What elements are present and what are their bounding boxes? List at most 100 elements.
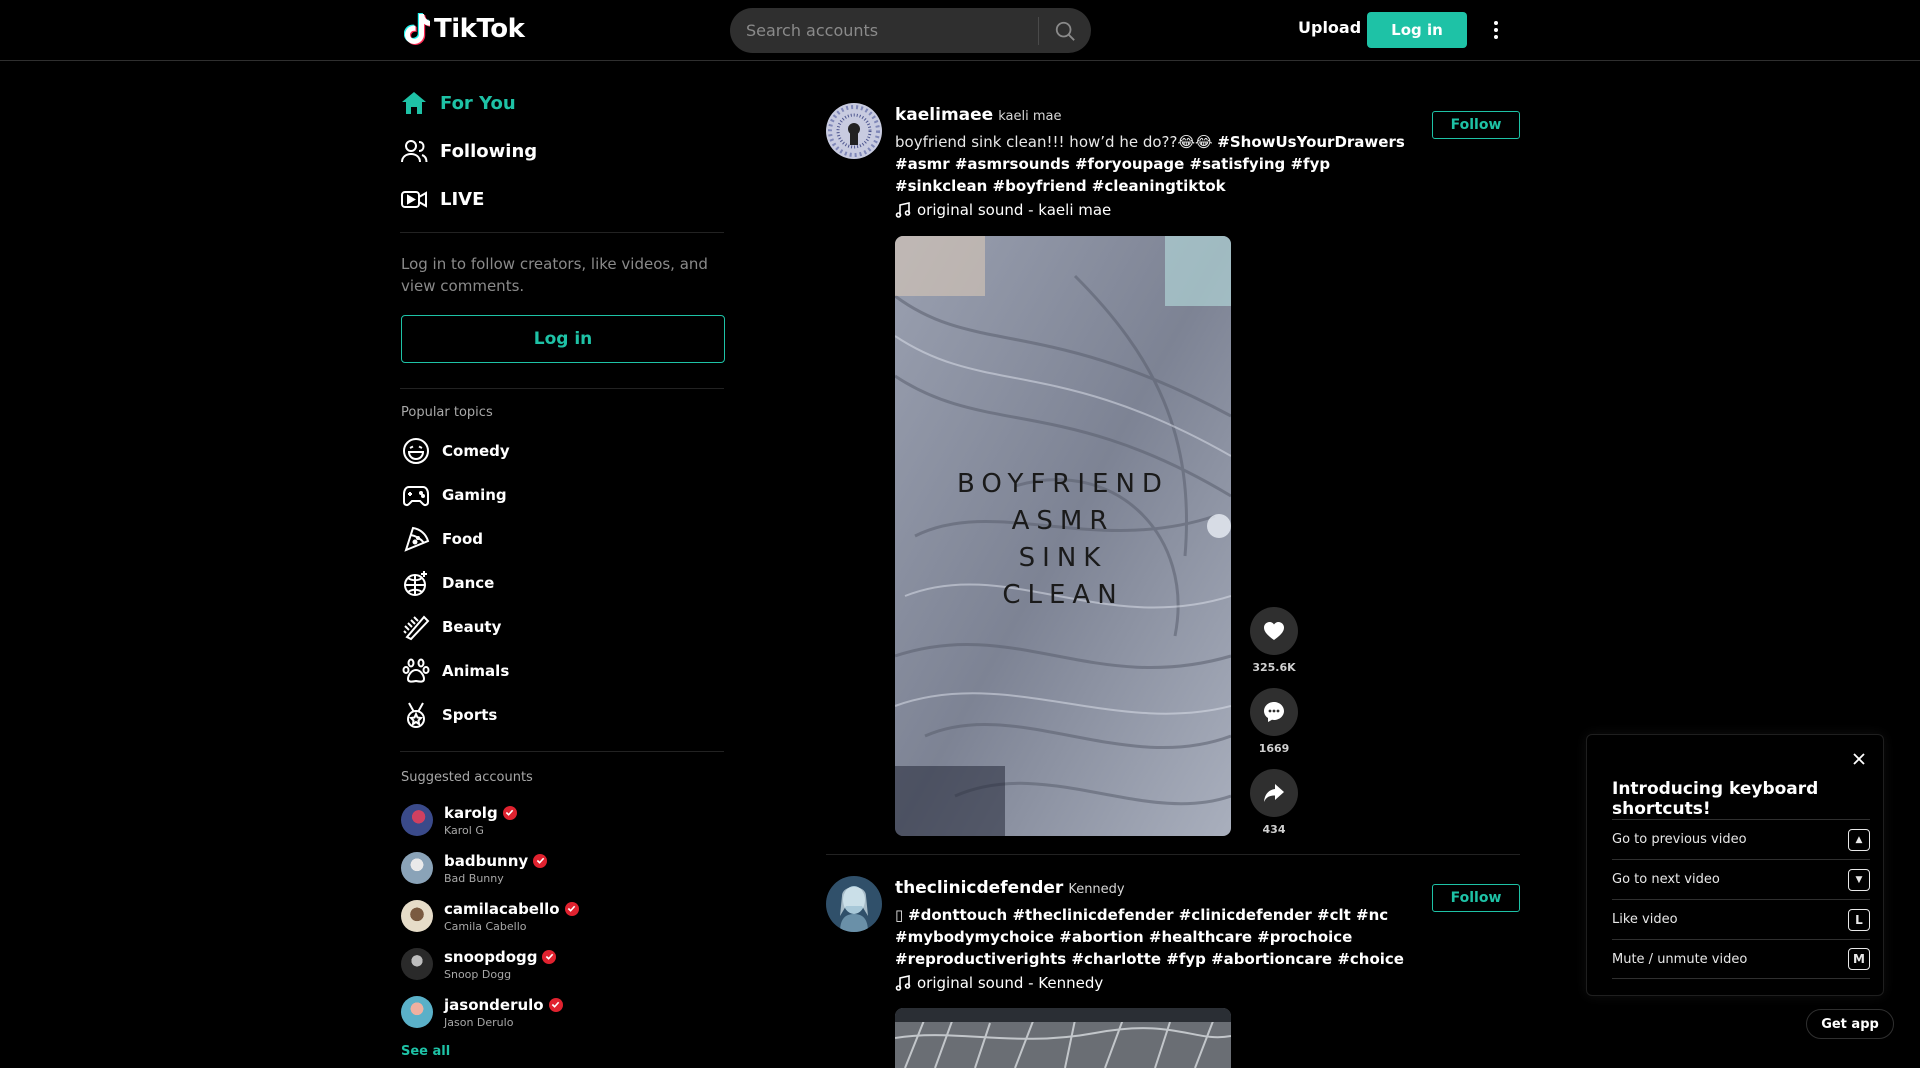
post-header: kaelimaee kaeli mae boyfriend sink clean…	[895, 105, 1415, 219]
avatar	[401, 948, 433, 980]
comment-button[interactable]	[1250, 688, 1298, 736]
author-name[interactable]: kaeli mae	[998, 109, 1061, 124]
suggested-account[interactable]: snoopdogg Snoop Dogg	[401, 944, 557, 984]
shortcut-row: Go to next video ▼	[1612, 859, 1870, 899]
topic-food[interactable]: Food	[402, 522, 483, 556]
search-bar	[730, 8, 1091, 53]
search-button[interactable]	[1039, 8, 1091, 53]
tiktok-logo[interactable]: TikTok	[404, 12, 525, 46]
post-divider	[826, 854, 1520, 855]
nav-for-you[interactable]: For You	[400, 83, 516, 123]
arrow-down-key-icon: ▼	[1848, 868, 1870, 891]
login-prompt-text: Log in to follow creators, like videos, …	[401, 255, 708, 295]
shortcut-row: Mute / unmute video M	[1612, 939, 1870, 979]
more-menu-button[interactable]	[1488, 16, 1504, 44]
avatar-image	[826, 103, 882, 159]
avatar	[401, 852, 433, 884]
shortcut-row: Go to previous video ▲	[1612, 819, 1870, 859]
suggested-account[interactable]: jasonderulo Jason Derulo	[401, 992, 563, 1032]
popular-topics-title: Popular topics	[401, 405, 493, 420]
like-count: 325.6K	[1252, 661, 1296, 674]
paw-icon	[402, 658, 430, 683]
verified-badge-icon	[548, 997, 563, 1012]
author-id[interactable]: kaelimaee	[895, 105, 993, 125]
more-dot-icon	[1494, 35, 1498, 39]
topic-label: Comedy	[442, 442, 510, 460]
account-id: jasonderulo	[444, 995, 544, 1014]
like-button[interactable]	[1250, 607, 1298, 655]
close-icon	[1853, 753, 1865, 765]
more-dot-icon	[1494, 28, 1498, 32]
shortcut-label: Mute / unmute video	[1612, 951, 1748, 967]
gamepad-icon	[403, 486, 429, 507]
search-icon	[1055, 21, 1075, 41]
account-name: Snoop Dogg	[444, 967, 512, 981]
topic-animals[interactable]: Animals	[402, 654, 509, 688]
avatar	[401, 900, 433, 932]
sidebar-login-button[interactable]: Log in	[401, 315, 725, 363]
topic-label: Gaming	[442, 486, 507, 504]
follow-button[interactable]: Follow	[1432, 884, 1520, 912]
people-icon	[401, 140, 428, 163]
post-caption: ▯ #donttouch #theclinicdefender #clinicd…	[895, 904, 1415, 970]
verified-badge-icon	[542, 949, 557, 964]
search-input[interactable]	[730, 8, 1038, 53]
overlay-line: BOYFRIEND	[957, 469, 1169, 499]
sidebar-divider	[400, 751, 724, 752]
verified-badge-icon	[502, 805, 517, 820]
overlay-line: SINK	[1018, 543, 1108, 573]
share-count: 434	[1262, 823, 1286, 836]
topic-label: Animals	[442, 662, 510, 680]
sound-link[interactable]: original sound - kaeli mae	[895, 201, 1415, 219]
video-frame	[895, 1008, 1231, 1068]
get-app-button[interactable]: Get app	[1806, 1009, 1894, 1039]
video-player[interactable]: BOYFRIEND ASMR SINK CLEAN	[895, 236, 1231, 836]
suggested-account[interactable]: badbunny Bad Bunny	[401, 848, 548, 888]
close-shortcuts-button[interactable]	[1851, 751, 1867, 767]
comment-action: 1669	[1250, 688, 1298, 755]
sound-link[interactable]: original sound - Kennedy	[895, 974, 1415, 992]
suggested-account[interactable]: karolg Karol G	[401, 800, 517, 840]
caption-hashtags[interactable]: #donttouch #theclinicdefender #clinicdef…	[895, 906, 1404, 968]
caption-text: boyfriend sink clean!!! how’d he do??😂😂	[895, 133, 1218, 151]
music-note-icon	[895, 975, 911, 991]
topic-comedy[interactable]: Comedy	[402, 434, 510, 468]
share-action: 434	[1250, 769, 1298, 836]
account-name: Jason Derulo	[444, 1015, 514, 1029]
topic-dance[interactable]: Dance	[402, 566, 494, 600]
overlay-line: ASMR	[1011, 506, 1115, 536]
shortcuts-title: Introducing keyboard shortcuts!	[1612, 779, 1819, 819]
suggested-account[interactable]: camilacabello Camila Cabello	[401, 896, 579, 936]
like-action: 325.6K	[1250, 607, 1298, 674]
sidebar-divider	[400, 232, 724, 233]
heart-icon	[1264, 622, 1284, 640]
comment-icon	[1264, 702, 1284, 722]
live-icon	[401, 191, 427, 208]
top-bar: TikTok Upload Log in	[0, 0, 1920, 61]
nav-live[interactable]: LIVE	[400, 179, 484, 219]
video-player[interactable]	[895, 1008, 1231, 1068]
follow-button[interactable]: Follow	[1432, 111, 1520, 139]
video-post: kaelimaee kaeli mae boyfriend sink clean…	[826, 103, 1520, 843]
music-note-icon	[895, 202, 911, 218]
shortcut-key: M	[1848, 948, 1870, 970]
account-id: camilacabello	[444, 899, 560, 918]
author-avatar[interactable]	[826, 103, 882, 159]
topic-sports[interactable]: Sports	[402, 698, 497, 732]
topic-beauty[interactable]: Beauty	[402, 610, 501, 644]
arrow-up-key-icon: ▲	[1848, 828, 1870, 851]
nav-following[interactable]: Following	[400, 131, 537, 171]
author-id[interactable]: theclinicdefender	[895, 878, 1063, 898]
home-icon	[402, 92, 426, 114]
topic-label: Dance	[442, 574, 495, 592]
header-login-button[interactable]: Log in	[1367, 12, 1467, 48]
upload-button[interactable]: Upload	[1298, 18, 1361, 37]
pizza-icon	[404, 526, 430, 552]
topic-gaming[interactable]: Gaming	[402, 478, 507, 512]
share-button[interactable]	[1250, 769, 1298, 817]
shortcut-row: Like video L	[1612, 899, 1870, 939]
author-avatar[interactable]	[826, 876, 882, 932]
more-dot-icon	[1494, 21, 1498, 25]
author-name[interactable]: Kennedy	[1068, 882, 1124, 897]
tiktok-logo-icon	[404, 13, 430, 45]
